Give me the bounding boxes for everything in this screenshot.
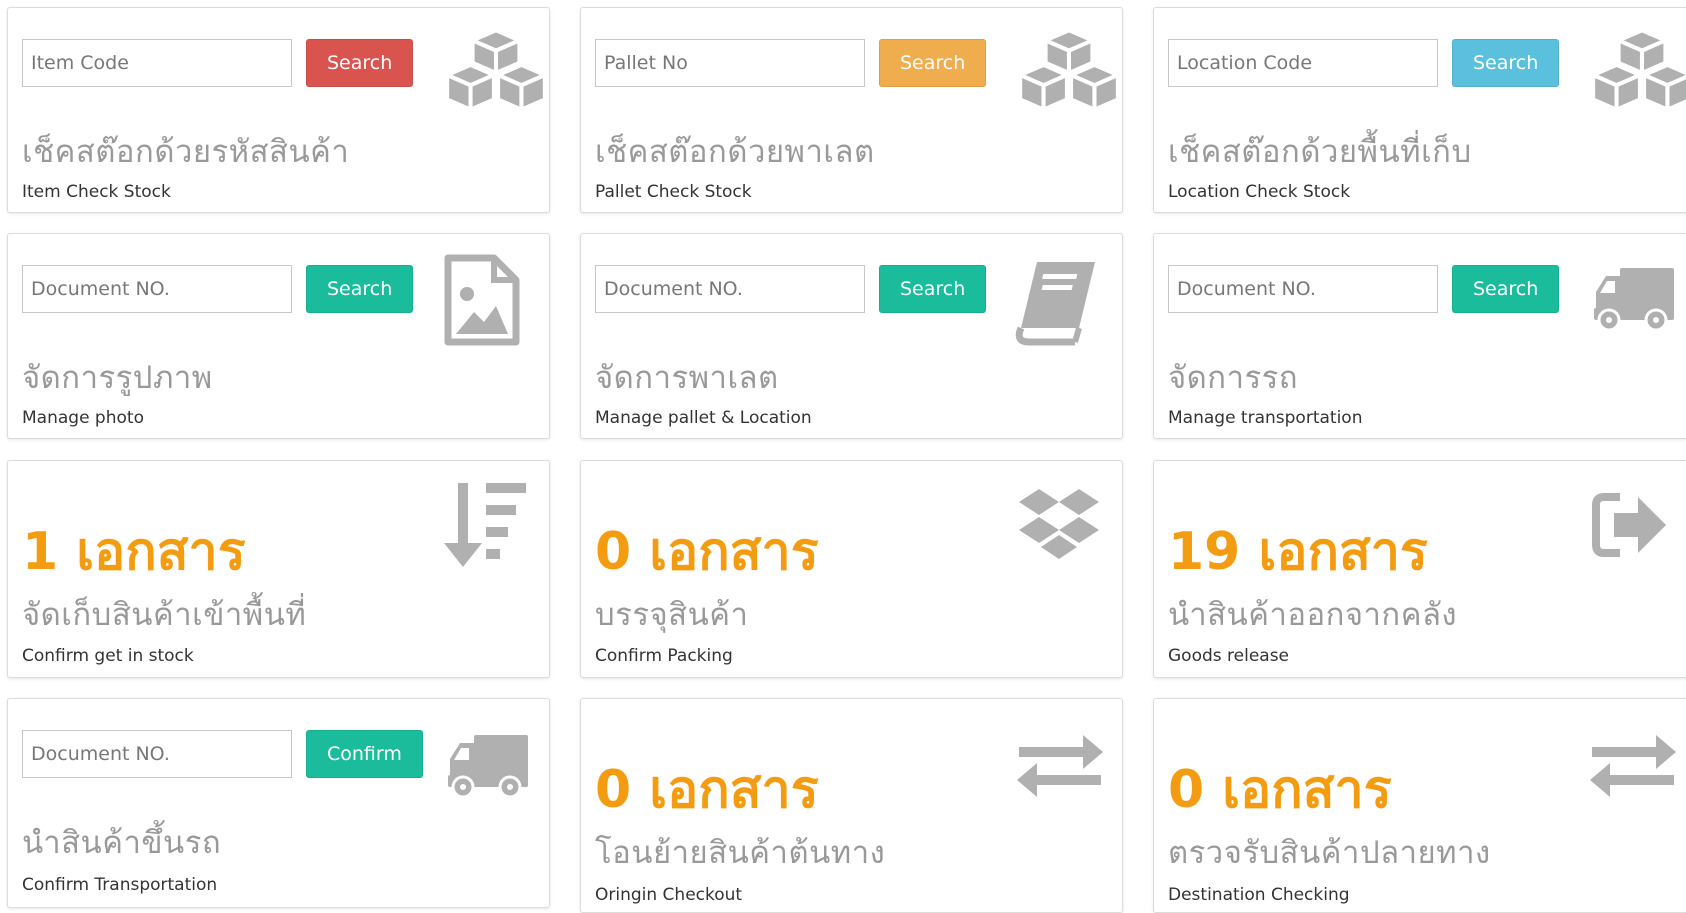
truck-icon <box>446 731 530 801</box>
document-count: 0 เอกสาร <box>1168 760 1392 820</box>
document-count: 0 เอกสาร <box>595 522 819 582</box>
card-title-thai: จัดเก็บสินค้าเข้าพื้นที่ <box>22 597 307 633</box>
cubes-icon <box>440 26 550 118</box>
card-subtitle: Manage photo <box>22 408 144 428</box>
card-confirm-packing[interactable]: 0 เอกสาร บรรจุสินค้า Confirm Packing <box>580 460 1123 678</box>
confirm-button[interactable]: Confirm <box>306 730 423 778</box>
item-search-button[interactable]: Search <box>306 39 414 87</box>
photo-search-button[interactable]: Search <box>306 265 414 313</box>
card-subtitle: Manage pallet & Location <box>595 408 812 428</box>
book-icon <box>1013 258 1099 346</box>
location-code-input[interactable] <box>1168 39 1438 87</box>
card-title-thai: โอนย้ายสินค้าต้นทาง <box>595 835 886 871</box>
card-subtitle: Confirm Transportation <box>22 875 218 895</box>
card-title-thai: บรรจุสินค้า <box>595 597 749 633</box>
card-subtitle: Confirm get in stock <box>22 646 194 666</box>
pallet-search-button[interactable]: Search <box>879 39 987 87</box>
cubes-icon <box>1013 26 1123 118</box>
image-file-icon <box>442 254 522 346</box>
card-subtitle: Confirm Packing <box>595 646 733 666</box>
item-code-input[interactable] <box>22 39 292 87</box>
document-count: 1 เอกสาร <box>22 522 246 582</box>
card-manage-transportation: Search จัดการรถ Manage transportation <box>1153 233 1686 439</box>
dropbox-icon <box>1017 487 1101 563</box>
pallet-no-input[interactable] <box>595 39 865 87</box>
exchange-icon <box>1588 733 1678 799</box>
card-title-thai: จัดการพาเลต <box>595 360 779 396</box>
document-count: 19 เอกสาร <box>1168 522 1428 582</box>
location-search-button[interactable]: Search <box>1452 39 1560 87</box>
card-title-thai: เช็คสต๊อกด้วยพื้นที่เก็บ <box>1168 134 1472 170</box>
card-title-thai: นำสินค้าออกจากคลัง <box>1168 597 1458 633</box>
card-title-thai: ตรวจรับสินค้าปลายทาง <box>1168 835 1491 871</box>
cubes-icon <box>1586 26 1686 118</box>
card-subtitle: Item Check Stock <box>22 182 171 202</box>
card-subtitle: Destination Checking <box>1168 885 1350 905</box>
photo-document-input[interactable] <box>22 265 292 313</box>
card-title-thai: เช็คสต๊อกด้วยพาเลต <box>595 134 875 170</box>
card-location-check-stock: Search เช็คสต๊อกด้วยพื้นที่เก็บ Location… <box>1153 7 1686 213</box>
card-subtitle: Manage transportation <box>1168 408 1363 428</box>
card-pallet-check-stock: Search เช็คสต๊อกด้วยพาเลต Pallet Check S… <box>580 7 1123 213</box>
exchange-icon <box>1015 733 1105 799</box>
card-confirm-get-in-stock[interactable]: 1 เอกสาร จัดเก็บสินค้าเข้าพื้นที่ Confir… <box>7 460 550 678</box>
sign-out-icon <box>1590 491 1670 559</box>
card-manage-photo: Search จัดการรูปภาพ Manage photo <box>7 233 550 439</box>
transport-document-input[interactable] <box>1168 265 1438 313</box>
card-goods-release[interactable]: 19 เอกสาร นำสินค้าออกจากคลัง Goods relea… <box>1153 460 1686 678</box>
truck-icon <box>1592 264 1676 334</box>
document-count: 0 เอกสาร <box>595 760 819 820</box>
card-confirm-transportation: Confirm นำสินค้าขึ้นรถ Confirm Transport… <box>7 698 550 908</box>
card-title-thai: นำสินค้าขึ้นรถ <box>22 825 222 861</box>
confirm-document-input[interactable] <box>22 730 292 778</box>
sort-amount-down-icon <box>442 479 532 571</box>
dashboard-grid: Search เช็คสต๊อกด้วยรหัสสินค้า Item Chec… <box>0 0 1686 913</box>
card-origin-checkout[interactable]: 0 เอกสาร โอนย้ายสินค้าต้นทาง Oringin Che… <box>580 698 1123 913</box>
card-destination-checking[interactable]: 0 เอกสาร ตรวจรับสินค้าปลายทาง Destinatio… <box>1153 698 1686 913</box>
card-subtitle: Pallet Check Stock <box>595 182 752 202</box>
card-title-thai: เช็คสต๊อกด้วยรหัสสินค้า <box>22 134 350 170</box>
card-manage-pallet: Search จัดการพาเลต Manage pallet & Locat… <box>580 233 1123 439</box>
card-subtitle: Oringin Checkout <box>595 885 743 905</box>
card-item-check-stock: Search เช็คสต๊อกด้วยรหัสสินค้า Item Chec… <box>7 7 550 213</box>
transport-search-button[interactable]: Search <box>1452 265 1560 313</box>
pallet-document-input[interactable] <box>595 265 865 313</box>
pallet-location-search-button[interactable]: Search <box>879 265 987 313</box>
card-subtitle: Location Check Stock <box>1168 182 1351 202</box>
card-title-thai: จัดการรูปภาพ <box>22 360 213 396</box>
card-title-thai: จัดการรถ <box>1168 360 1299 396</box>
card-subtitle: Goods release <box>1168 646 1290 666</box>
